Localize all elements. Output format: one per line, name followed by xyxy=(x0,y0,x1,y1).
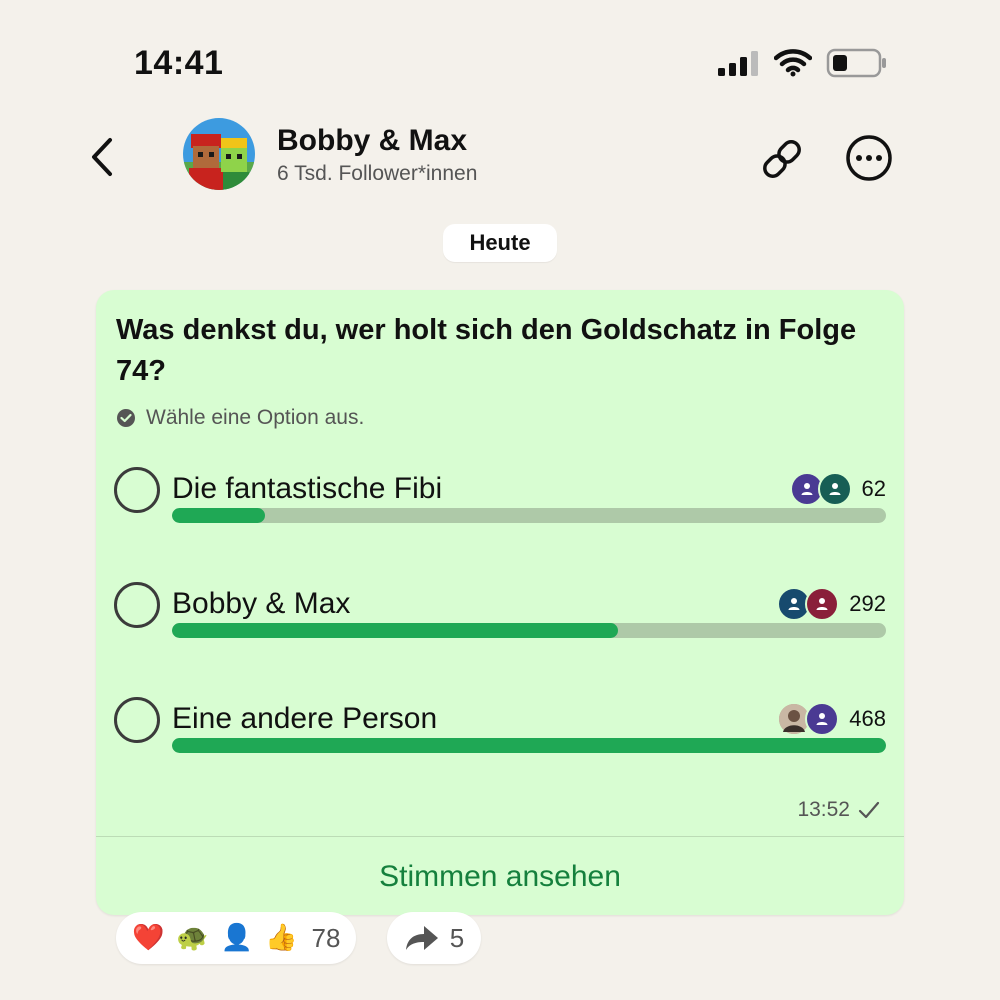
vote-bar xyxy=(172,623,886,638)
option-label: Eine andere Person xyxy=(172,702,438,735)
poll-option[interactable]: Die fantastische Fibi 62 xyxy=(114,464,886,544)
option-label: Bobby & Max xyxy=(172,587,351,620)
vote-bar-fill xyxy=(172,508,265,523)
divider xyxy=(96,836,904,837)
back-icon[interactable] xyxy=(84,132,124,182)
option-voters: 468 xyxy=(777,702,886,736)
poll-option[interactable]: Bobby & Max 292 xyxy=(114,579,886,659)
turtle-reaction: 🐢 xyxy=(176,923,209,953)
option-voters: 62 xyxy=(789,472,886,506)
message-timestamp: 13:52 xyxy=(797,798,880,822)
forward-count: 5 xyxy=(449,922,465,953)
follower-count: 6 Tsd. Follower*innen xyxy=(277,162,478,185)
date-separator: Heute xyxy=(443,224,557,262)
option-radio[interactable] xyxy=(114,697,160,743)
view-votes-button[interactable]: Stimmen ansehen xyxy=(96,838,904,915)
person-icon xyxy=(816,713,828,725)
channel-avatar[interactable] xyxy=(183,118,255,190)
sent-check-icon xyxy=(858,801,880,819)
timestamp-text: 13:52 xyxy=(797,798,850,821)
voter-avatar xyxy=(805,702,840,736)
person-icon xyxy=(788,598,800,610)
option-label: Die fantastische Fibi xyxy=(172,472,443,505)
person-icon xyxy=(801,483,813,495)
option-radio[interactable] xyxy=(114,467,160,513)
option-radio[interactable] xyxy=(114,582,160,628)
person-icon xyxy=(829,483,841,495)
status-bar: 14:41 xyxy=(0,0,1000,110)
wifi-icon xyxy=(774,49,812,77)
poll-hint: Wähle eine Option aus. xyxy=(116,406,364,430)
chat-header: Bobby & Max 6 Tsd. Follower*innen xyxy=(0,110,1000,205)
voter-avatar xyxy=(817,472,852,506)
forward-button[interactable]: 5 xyxy=(387,912,481,964)
forward-icon xyxy=(405,926,438,950)
signal-icon xyxy=(718,51,758,76)
check-circle-icon xyxy=(117,409,135,427)
more-options-icon[interactable] xyxy=(845,134,893,182)
battery-icon xyxy=(826,48,886,78)
poll-option[interactable]: Eine andere Person 468 xyxy=(114,694,886,774)
reactions-bar[interactable]: ❤️ 🐢 👤 👍 78 xyxy=(116,912,357,964)
vote-count: 292 xyxy=(849,591,886,616)
status-time: 14:41 xyxy=(134,44,224,82)
vote-bar-fill xyxy=(172,623,619,638)
thumbs-up-reaction: 👍 xyxy=(265,923,298,953)
voter-avatar xyxy=(805,587,840,621)
person-reaction: 👤 xyxy=(220,923,254,953)
channel-name[interactable]: Bobby & Max xyxy=(277,124,467,158)
person-icon xyxy=(816,598,828,610)
poll-message: Was denkst du, wer holt sich den Goldsch… xyxy=(96,290,904,915)
option-voters: 292 xyxy=(777,587,886,621)
vote-bar xyxy=(172,508,886,523)
poll-question: Was denkst du, wer holt sich den Goldsch… xyxy=(116,314,857,387)
heart-reaction: ❤️ xyxy=(132,923,165,953)
status-icons xyxy=(718,48,888,78)
avatar-image xyxy=(183,118,255,190)
vote-count: 468 xyxy=(849,706,886,731)
reaction-count: 78 xyxy=(311,922,341,953)
link-icon[interactable] xyxy=(757,134,807,184)
vote-bar xyxy=(172,738,886,753)
vote-count: 62 xyxy=(861,476,886,501)
vote-bar-fill xyxy=(172,738,886,753)
poll-hint-text: Wähle eine Option aus. xyxy=(146,406,365,429)
